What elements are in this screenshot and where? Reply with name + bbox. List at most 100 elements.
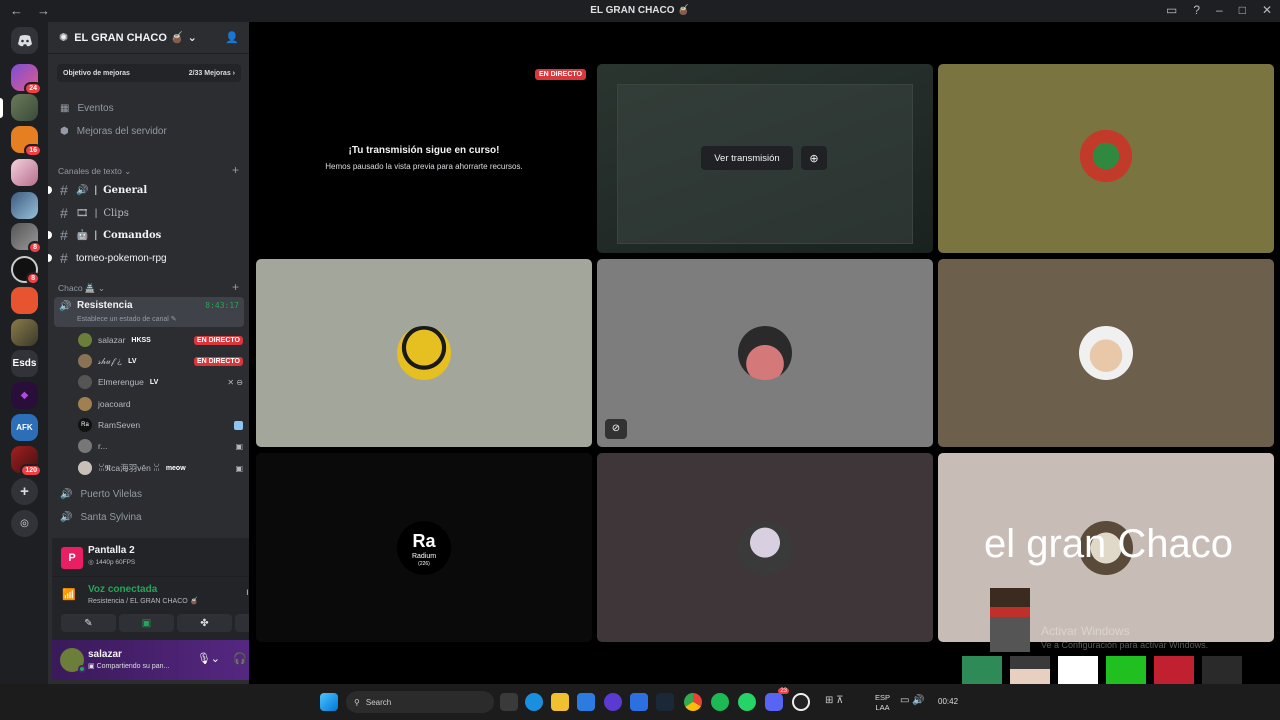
activity-icon: ▣ (235, 463, 243, 473)
channel-torneo[interactable]: # torneo-pokemon-rpg (60, 248, 240, 268)
whatsapp-icon[interactable] (738, 693, 756, 711)
voice-location[interactable]: Resistencia / EL GRAN CHACO 🧉 (88, 597, 198, 605)
steam-icon[interactable] (656, 693, 674, 711)
server-icon[interactable]: 24 (11, 64, 42, 95)
voice-category[interactable]: Chaco 🏯 ⌄ (58, 283, 105, 294)
user-status: ▣ Compartiendo su pan... (88, 663, 170, 670)
voice-member[interactable]: joacoard (78, 394, 243, 414)
server-icon[interactable] (11, 287, 38, 314)
minimize-icon[interactable]: – (1216, 3, 1223, 17)
guild-header[interactable]: ✺ EL GRAN CHACO 🧉 ⌄ 👤 (48, 22, 249, 54)
boost-goal[interactable]: Objetivo de mejoras 2/33 Mejoras › (57, 64, 241, 82)
server-icon[interactable] (11, 94, 38, 121)
channel-clips[interactable]: # 🎞 | Clips (60, 203, 240, 223)
window-title: EL GRAN CHACO 🧉 (590, 5, 690, 16)
voice-stage: EN DIRECTO ¡Tu transmisión sigue en curs… (249, 22, 1280, 684)
task-view-icon[interactable] (500, 693, 518, 711)
chrome-icon[interactable] (684, 693, 702, 711)
server-icon[interactable]: 16 (11, 126, 42, 157)
search-box[interactable]: ⚲ Search (346, 691, 494, 713)
server-esds[interactable]: Esds (11, 350, 38, 377)
server-icon[interactable]: ◆ (11, 382, 38, 409)
invite-icon[interactable]: 👤 (225, 31, 239, 44)
avatar: 88 7s² Ra Radium (226) (397, 520, 451, 575)
obs-icon[interactable] (792, 693, 810, 711)
server-icon[interactable]: 120 (11, 446, 42, 477)
server-icon[interactable] (11, 319, 38, 346)
voice-member[interactable]: Ra RamSeven (78, 415, 243, 435)
server-icon[interactable] (11, 159, 38, 186)
maximize-icon[interactable]: □ (1239, 3, 1246, 17)
guild-badge-icon: ✺ (59, 32, 69, 44)
voice-channel-santa-sylvina[interactable]: 🔊 Santa Sylvina (60, 512, 142, 523)
app-icon[interactable] (604, 693, 622, 711)
microphone-icon[interactable]: 🎙⌄ (197, 652, 220, 665)
signal-icon: 📶 (62, 589, 76, 601)
edge-icon[interactable] (525, 693, 543, 711)
voice-channel-puerto-vilelas[interactable]: 🔊 Puerto Vilelas (60, 489, 142, 500)
close-icon[interactable]: ✕ (1262, 3, 1272, 17)
radium-mass: (226) (418, 560, 430, 567)
app-icon[interactable] (630, 693, 648, 711)
muted-icon: ✕ ⊖ (227, 377, 243, 387)
popout-icon[interactable]: ⊕ (801, 146, 827, 170)
participant-tile[interactable] (256, 259, 592, 447)
explorer-icon[interactable] (551, 693, 569, 711)
add-voice-icon[interactable]: + (232, 280, 239, 294)
participant-tile[interactable] (938, 64, 1274, 253)
language-indicator[interactable]: ESP LAA (875, 693, 890, 713)
online-status-icon (78, 665, 86, 673)
participant-tile[interactable]: 88 7s² Ra Radium (226) (256, 453, 592, 642)
add-channel-icon[interactable]: + (232, 163, 239, 177)
server-list: 24 16 8 8 Esds ◆ AFK 120 + ◎ (0, 22, 48, 684)
radium-name: Radium (411, 552, 437, 560)
own-stream-tile[interactable]: EN DIRECTO ¡Tu transmisión sigue en curs… (256, 64, 592, 253)
voice-channel-resistencia[interactable]: 🔊 Resistencia 8:43:17 Establece un estad… (54, 297, 244, 327)
inbox-icon[interactable]: ▭ (1166, 3, 1177, 17)
robot-icon: 🤖 (76, 229, 89, 241)
help-icon[interactable]: ? (1193, 3, 1200, 17)
boosts-link[interactable]: ⬢ Mejoras del servidor (60, 126, 167, 137)
text-category[interactable]: Canales de texto ⌄ (58, 166, 131, 177)
discord-taskbar-icon[interactable]: 23 (765, 688, 789, 711)
voice-member[interactable]: r... ▣ (78, 436, 243, 456)
stream-preview-tile[interactable]: Ver transmisión ⊕ (597, 64, 933, 253)
events-link[interactable]: ▦ Eventos (60, 103, 114, 114)
network-volume-icons[interactable]: ▭ 🔊 (900, 695, 925, 706)
windows-start-icon[interactable] (320, 693, 338, 711)
clock[interactable]: 00:42 (938, 697, 958, 706)
voice-member[interactable]: 𝓈𝒽𝓊𝒻 ¿ LV EN DIRECTO (78, 351, 243, 371)
watch-stream-button[interactable]: Ver transmisión (701, 146, 793, 170)
voice-member[interactable]: salazar HKSS EN DIRECTO (78, 330, 243, 350)
avatar (1079, 326, 1133, 380)
voice-status: Voz conectada (88, 584, 158, 595)
channel-comandos[interactable]: # 🤖 | Comandos (60, 225, 240, 245)
participant-tile[interactable] (938, 259, 1274, 447)
discover-icon[interactable]: ◎ (11, 510, 38, 537)
activate-windows-sub: Ve a Configuración para activar Windows. (1041, 640, 1209, 650)
add-server-icon[interactable]: + (11, 478, 38, 505)
server-icon[interactable]: 8 (11, 256, 40, 285)
store-icon[interactable] (577, 693, 595, 711)
server-icon[interactable] (11, 192, 38, 219)
avatar (738, 520, 792, 575)
voice-member[interactable]: ꈍ𝕽ca海羽vên ꈍ meow ▣ (78, 458, 243, 478)
radium-symbol: Ra (412, 530, 436, 551)
activities-button[interactable]: ✤ (177, 614, 232, 632)
screen-share-button[interactable]: ▣ (119, 614, 174, 632)
participant-tile[interactable]: ⊘ (597, 259, 933, 447)
server-afk[interactable]: AFK (11, 414, 38, 441)
server-icon[interactable]: 8 (11, 223, 42, 254)
camera-toggle-button[interactable]: ✎ (61, 614, 116, 632)
discord-home-icon[interactable] (11, 27, 38, 54)
tray-icons[interactable]: ⊞ ⊼ (825, 695, 843, 706)
stream-quality: ◎ 1440p 60FPS (88, 559, 136, 566)
participant-tile[interactable] (597, 453, 933, 642)
channel-general[interactable]: # 🔊 | General (60, 180, 240, 200)
camera-off-icon: ⊘ (605, 419, 627, 439)
channel-status-hint[interactable]: Establece un estado de canal ✎ (77, 315, 177, 323)
spotify-icon[interactable] (711, 693, 729, 711)
voice-member[interactable]: Elmerengue LV ✕ ⊖ (78, 372, 243, 392)
boost-icon: ⬢ (60, 126, 69, 137)
avatar (78, 397, 92, 411)
